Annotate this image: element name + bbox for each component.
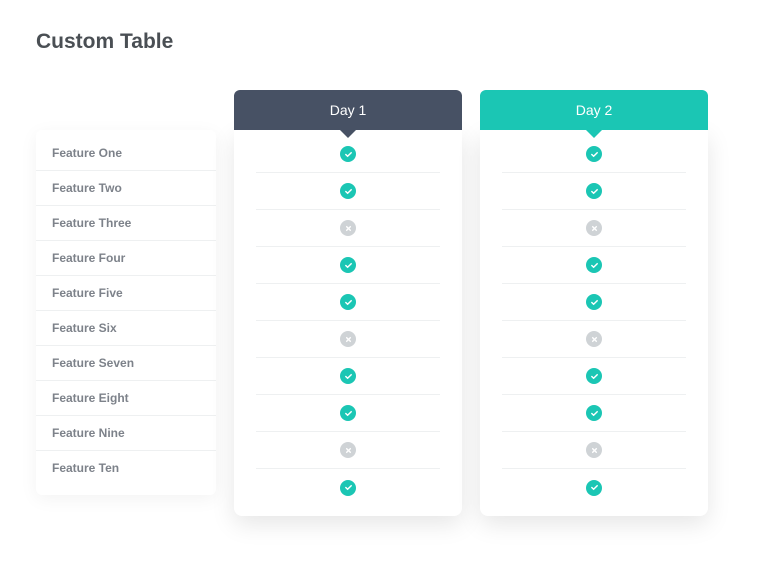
feature-label: Feature Eight: [36, 381, 216, 416]
check-icon: [340, 183, 356, 199]
feature-label: Feature Six: [36, 311, 216, 346]
cross-icon: [340, 331, 356, 347]
table-cell: [256, 358, 440, 395]
feature-label: Feature Four: [36, 241, 216, 276]
check-icon: [586, 480, 602, 496]
table-cell: [256, 284, 440, 321]
check-icon: [340, 368, 356, 384]
check-icon: [340, 146, 356, 162]
table-cell: [256, 321, 440, 358]
table-cell: [256, 173, 440, 210]
feature-label-column: Feature One Feature Two Feature Three Fe…: [36, 130, 216, 495]
feature-label: Feature Nine: [36, 416, 216, 451]
table-cell: [256, 247, 440, 284]
feature-label: Feature Two: [36, 171, 216, 206]
table-cell: [256, 210, 440, 247]
feature-label: Feature One: [36, 136, 216, 171]
check-icon: [586, 368, 602, 384]
check-icon: [586, 183, 602, 199]
feature-label: Feature Seven: [36, 346, 216, 381]
feature-label: Feature Three: [36, 206, 216, 241]
cross-icon: [586, 220, 602, 236]
check-icon: [340, 405, 356, 421]
check-icon: [586, 405, 602, 421]
column-header-day1: Day 1: [234, 90, 462, 130]
day1-column: Day 1: [234, 90, 462, 516]
table-cell: [502, 321, 686, 358]
cross-icon: [340, 220, 356, 236]
page-title: Custom Table: [36, 30, 732, 54]
table-cell: [502, 395, 686, 432]
check-icon: [586, 294, 602, 310]
check-icon: [586, 257, 602, 273]
check-icon: [340, 480, 356, 496]
table-cell: [256, 432, 440, 469]
day1-body: [234, 130, 462, 516]
table-cell: [256, 136, 440, 173]
day2-body: [480, 130, 708, 516]
day2-column: Day 2: [480, 90, 708, 516]
check-icon: [340, 257, 356, 273]
check-icon: [586, 146, 602, 162]
check-icon: [340, 294, 356, 310]
feature-label: Feature Five: [36, 276, 216, 311]
table-cell: [502, 136, 686, 173]
table-cell: [502, 358, 686, 395]
table-cell: [502, 210, 686, 247]
table-cell: [502, 247, 686, 284]
cross-icon: [340, 442, 356, 458]
column-header-day2: Day 2: [480, 90, 708, 130]
feature-label: Feature Ten: [36, 451, 216, 485]
cross-icon: [586, 331, 602, 347]
table-cell: [502, 432, 686, 469]
table-cell: [256, 395, 440, 432]
table-cell: [502, 469, 686, 506]
table-cell: [502, 173, 686, 210]
cross-icon: [586, 442, 602, 458]
table-cell: [256, 469, 440, 506]
comparison-table: Feature One Feature Two Feature Three Fe…: [36, 90, 732, 516]
table-cell: [502, 284, 686, 321]
